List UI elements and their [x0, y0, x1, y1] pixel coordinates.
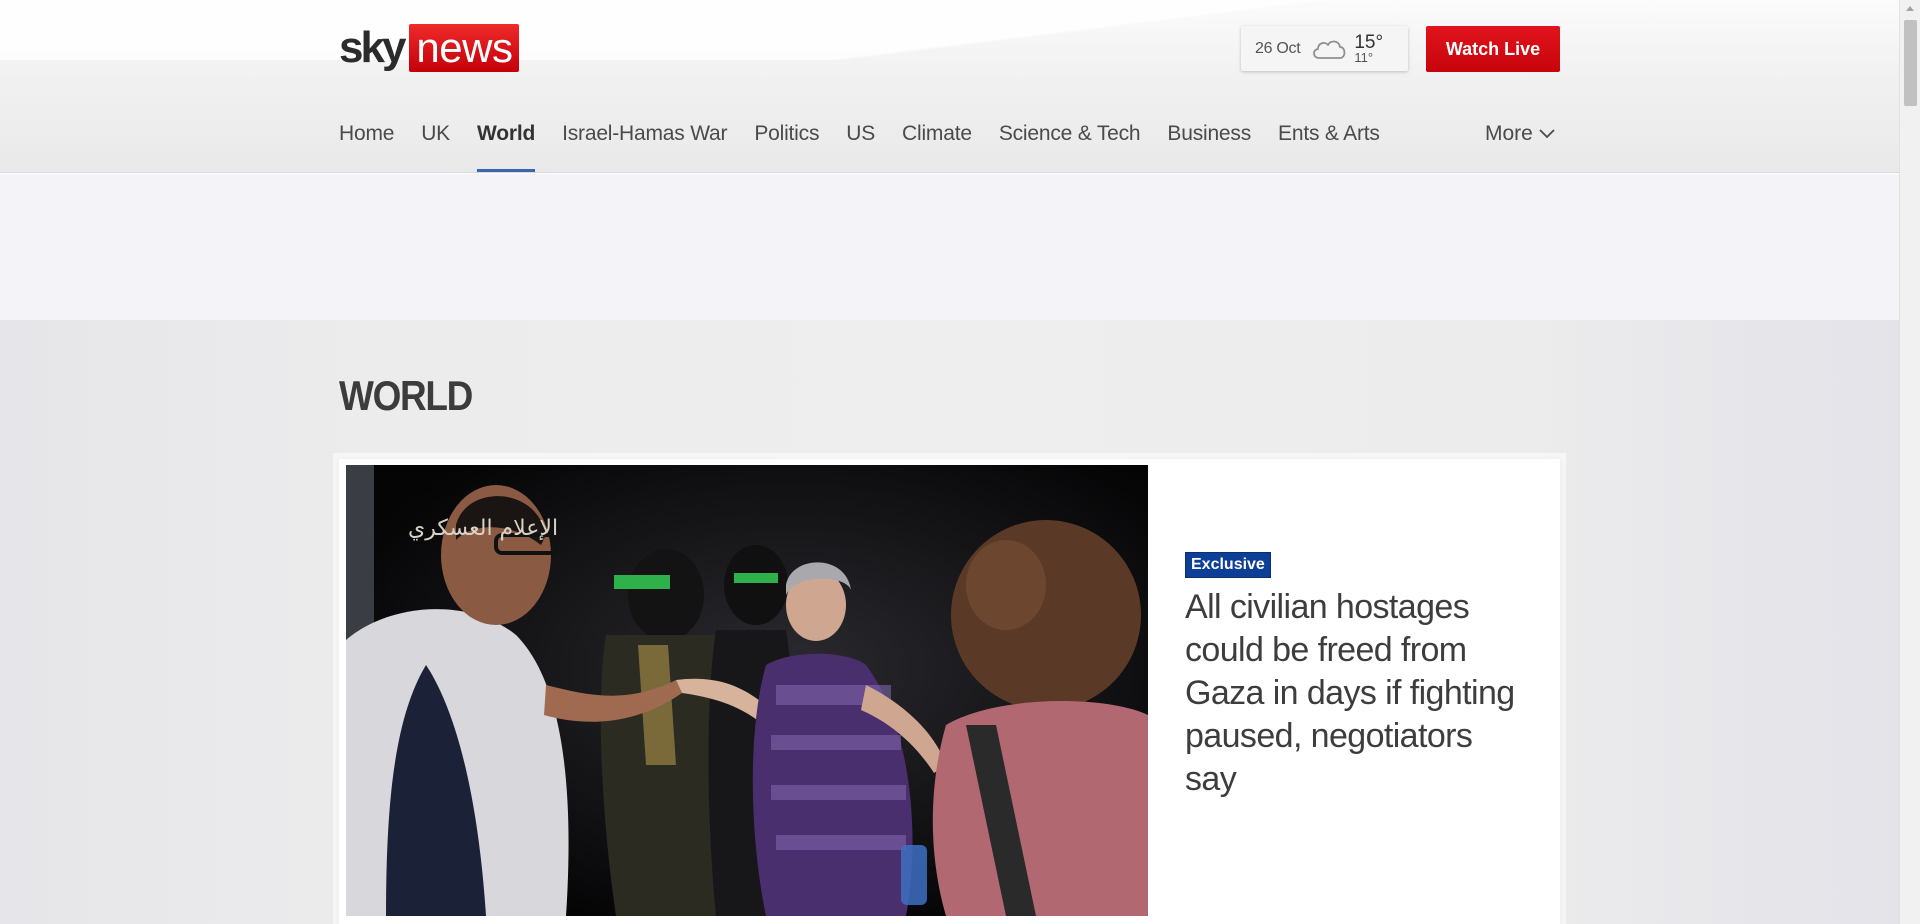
nav-more-label: More [1485, 122, 1533, 145]
page-scrollbar[interactable] [1899, 0, 1920, 924]
weather-widget[interactable]: 26 Oct 15° 11° [1241, 26, 1408, 71]
hero-image-watermark: الإعلام العسكري [408, 516, 558, 541]
hero-headline[interactable]: All civilian hostages could be freed fro… [1185, 586, 1525, 801]
nav-item-world[interactable]: World [477, 118, 535, 172]
cloud-icon [1310, 36, 1348, 62]
nav-item-israel-hamas-war[interactable]: Israel-Hamas War [562, 118, 727, 172]
weather-temperatures: 15° 11° [1354, 31, 1384, 65]
watch-live-button[interactable]: Watch Live [1426, 26, 1560, 72]
nav-more-dropdown[interactable]: More [1485, 118, 1555, 150]
hero-story-text: Exclusive All civilian hostages could be… [1185, 552, 1525, 801]
main-content: WORLD الإعلام العسكري Exclusive All civi… [0, 320, 1899, 924]
hero-story-image[interactable]: الإعلام العسكري [346, 465, 1148, 916]
main-navigation: Home UK World Israel-Hamas War Politics … [339, 118, 1407, 172]
nav-item-science-tech[interactable]: Science & Tech [999, 118, 1141, 172]
page-title: WORLD [339, 372, 473, 419]
header-background-sheen [0, 0, 1899, 60]
logo-news-text: news [409, 24, 520, 72]
weather-date: 26 Oct [1255, 39, 1301, 57]
sky-news-logo[interactable]: sky news [339, 23, 520, 72]
nav-item-politics[interactable]: Politics [754, 118, 819, 172]
nav-item-home[interactable]: Home [339, 118, 394, 172]
nav-item-ents-arts[interactable]: Ents & Arts [1278, 118, 1380, 172]
site-header: sky news 26 Oct 15° 11° Watch Live Home … [0, 0, 1899, 173]
hero-story-card[interactable]: الإعلام العسكري Exclusive All civilian h… [339, 459, 1560, 924]
advert-placeholder [0, 174, 1899, 320]
nav-item-business[interactable]: Business [1167, 118, 1251, 172]
nav-item-us[interactable]: US [846, 118, 875, 172]
scroll-up-arrow-icon[interactable] [1906, 6, 1914, 11]
exclusive-badge: Exclusive [1185, 552, 1271, 578]
scrollbar-thumb[interactable] [1904, 20, 1917, 106]
temperature-low: 11° [1354, 49, 1374, 65]
logo-sky-text: sky [339, 23, 406, 72]
nav-item-climate[interactable]: Climate [902, 118, 972, 172]
temperature-high: 15° [1354, 31, 1384, 53]
chevron-down-icon [1539, 129, 1555, 139]
nav-item-uk[interactable]: UK [421, 118, 450, 172]
